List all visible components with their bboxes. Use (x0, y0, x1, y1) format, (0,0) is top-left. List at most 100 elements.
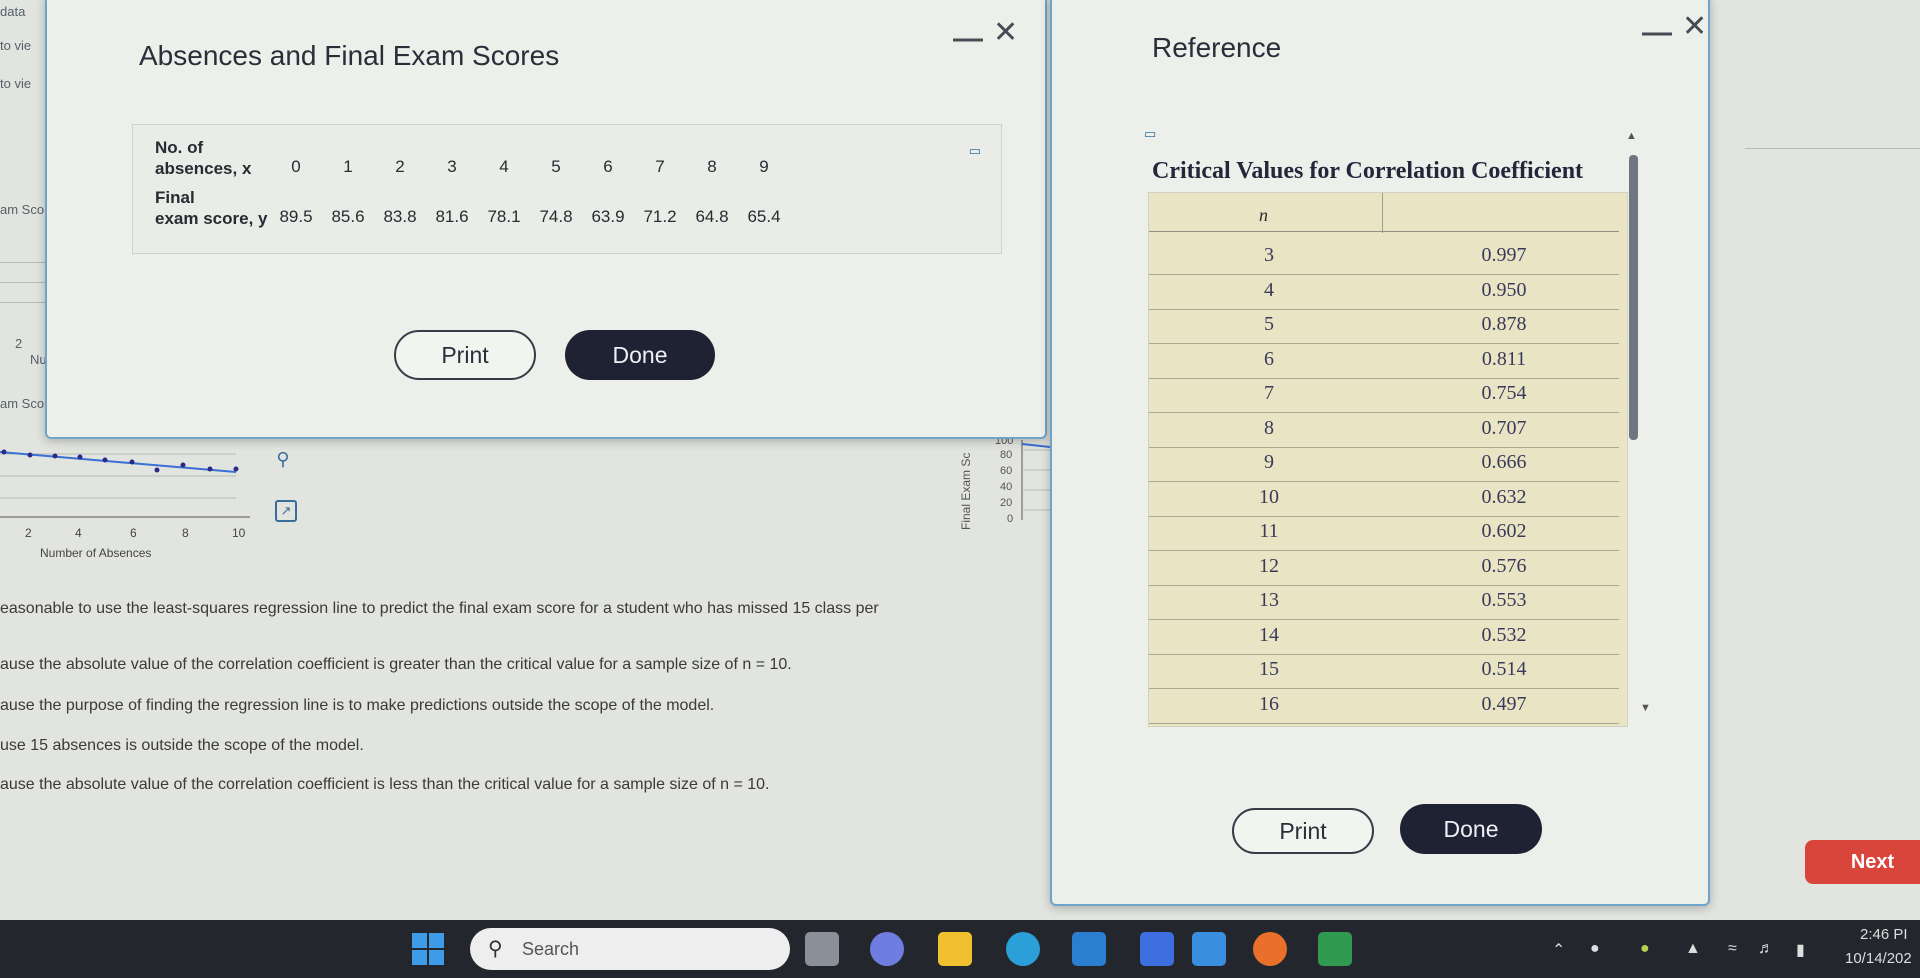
edge-icon[interactable] (1006, 932, 1040, 966)
x-value-cell: 3 (447, 157, 457, 176)
question-text: easonable to use the least-squares regre… (0, 600, 879, 617)
firefox-icon[interactable] (1253, 932, 1287, 966)
y-tick: 80 (1000, 449, 1012, 461)
zoom-icon[interactable]: ⚲ (272, 448, 294, 470)
bg-fragment: am Sco (0, 396, 45, 411)
bg-fragment: to vie (0, 38, 32, 53)
n-cell: 16 (1259, 692, 1279, 715)
critical-value-cell: 0.497 (1481, 692, 1527, 715)
copy-icon[interactable]: ▭ (1144, 126, 1156, 142)
y-row-label-line1: Final (155, 188, 195, 207)
minimize-button[interactable]: — (953, 24, 983, 54)
answer-option-c[interactable]: use 15 absences is outside the scope of … (0, 737, 364, 755)
minimize-button[interactable]: — (1642, 18, 1672, 48)
table-row: 13 0.553 (1149, 585, 1619, 620)
x-value-cell: 8 (707, 157, 717, 176)
calendar-icon[interactable] (1140, 932, 1174, 966)
copy-icon[interactable]: ▭ (969, 143, 981, 159)
y-value-cell: 89.5 (279, 207, 313, 226)
tray-app-icon[interactable]: ▲ (1685, 940, 1701, 958)
y-value-cell: 64.8 (695, 207, 729, 226)
bg-fragment: am Sco (0, 202, 45, 217)
tray-app-icon[interactable]: ● (1640, 940, 1650, 958)
mail-icon[interactable] (1072, 932, 1106, 966)
scroll-up-arrow[interactable]: ▲ (1626, 130, 1637, 142)
clock-date[interactable]: 10/14/202 (1845, 950, 1912, 967)
x-value-cell: 2 (395, 157, 405, 176)
chat-icon[interactable] (870, 932, 904, 966)
n-cell: 9 (1264, 451, 1274, 473)
critical-value-cell: 0.811 (1481, 347, 1527, 370)
critical-value-cell: 0.532 (1481, 623, 1527, 646)
external-link-icon[interactable]: ↗ (275, 500, 297, 522)
excel-icon[interactable] (1318, 932, 1352, 966)
y-value-cell: 85.6 (331, 207, 365, 226)
table-row: 12 0.576 (1149, 551, 1619, 586)
clock-time[interactable]: 2:46 PI (1860, 926, 1908, 943)
table-row: 6 0.811 (1149, 344, 1619, 379)
y-tick: 60 (1000, 465, 1012, 477)
y-value-cell: 81.6 (435, 207, 469, 226)
n-cell: 3 (1264, 244, 1274, 266)
print-button[interactable]: Print (1232, 808, 1374, 854)
small-chart-fragment: Final Exam Sc 100 80 60 40 20 0 (960, 435, 1050, 530)
taskbar-search[interactable]: ⚲ Search (470, 928, 790, 970)
tray-app-icon[interactable]: ● (1590, 940, 1600, 958)
n-cell: 12 (1259, 554, 1279, 577)
x-value-cell: 1 (343, 157, 353, 176)
bg-gridline (1745, 148, 1920, 149)
y-value-cell: 74.8 (539, 207, 573, 226)
taskbar: ⚲ Search ⌃ ● ● ▲ ≈ ♬ ▮ 2:46 PI 10/14/202 (0, 920, 1920, 978)
critical-value-cell: 0.602 (1481, 520, 1527, 542)
answer-option-d[interactable]: ause the absolute value of the correlati… (0, 776, 769, 794)
table-row: 10 0.632 (1149, 482, 1619, 517)
close-button[interactable]: ✕ (1682, 12, 1707, 42)
y-tick: 0 (1007, 513, 1013, 525)
next-button[interactable]: Next (1805, 840, 1920, 884)
done-button[interactable]: Done (1400, 804, 1542, 854)
file-explorer-icon[interactable] (938, 932, 972, 966)
small-chart-ylabel: Final Exam Sc (960, 453, 973, 530)
x-value-cell: 5 (551, 157, 561, 176)
n-cell: 4 (1264, 278, 1274, 301)
battery-icon[interactable]: ▮ (1796, 940, 1805, 960)
x-value-cell: 0 (291, 157, 301, 176)
n-cell: 7 (1264, 382, 1274, 404)
dialog-title: Reference (1152, 32, 1282, 63)
table-row: 15 0.514 (1149, 654, 1619, 689)
x-row-label-line1: No. of (155, 138, 204, 157)
dropbox-icon[interactable] (1192, 932, 1226, 966)
data-table: No. of absences, x Final exam score, y 0… (132, 124, 1002, 254)
x-value-cell: 9 (759, 157, 769, 176)
critical-value-cell: 0.514 (1481, 658, 1527, 680)
critical-value-cell: 0.997 (1481, 244, 1527, 266)
x-value-cell: 7 (655, 157, 665, 176)
scroll-down-arrow[interactable]: ▼ (1640, 702, 1651, 714)
volume-icon[interactable]: ♬ (1758, 940, 1774, 958)
mini-scatter-chart (0, 449, 250, 518)
done-button[interactable]: Done (565, 330, 715, 380)
x-axis-label: Number of Absences (40, 546, 152, 560)
y-value-cell: 78.1 (487, 207, 521, 226)
chevron-up-icon[interactable]: ⌃ (1552, 940, 1565, 960)
data-dialog: Absences and Final Exam Scores — ✕ No. o… (45, 0, 1047, 439)
critical-value-cell: 0.553 (1481, 589, 1527, 611)
n-cell: 13 (1259, 589, 1279, 611)
answer-option-b[interactable]: ause the purpose of finding the regressi… (0, 697, 714, 715)
x-tick: 2 (25, 526, 32, 540)
x-tick: 8 (182, 526, 189, 540)
table-row: 7 0.754 (1149, 378, 1619, 413)
scrollbar-thumb[interactable] (1629, 155, 1638, 440)
answer-option-a[interactable]: ause the absolute value of the correlati… (0, 656, 792, 674)
bg-fragment: 2 (15, 336, 23, 351)
n-cell: 15 (1259, 658, 1279, 680)
critical-value-cell: 0.666 (1481, 451, 1527, 473)
start-icon[interactable] (412, 933, 444, 965)
close-button[interactable]: ✕ (993, 18, 1018, 48)
table-row: 16 0.497 (1149, 689, 1619, 724)
wifi-icon[interactable]: ≈ (1728, 940, 1737, 958)
x-row-label-line2: absences, x (155, 159, 252, 178)
task-view-icon[interactable] (805, 932, 839, 966)
y-value-cell: 65.4 (747, 207, 781, 226)
print-button[interactable]: Print (394, 330, 536, 380)
